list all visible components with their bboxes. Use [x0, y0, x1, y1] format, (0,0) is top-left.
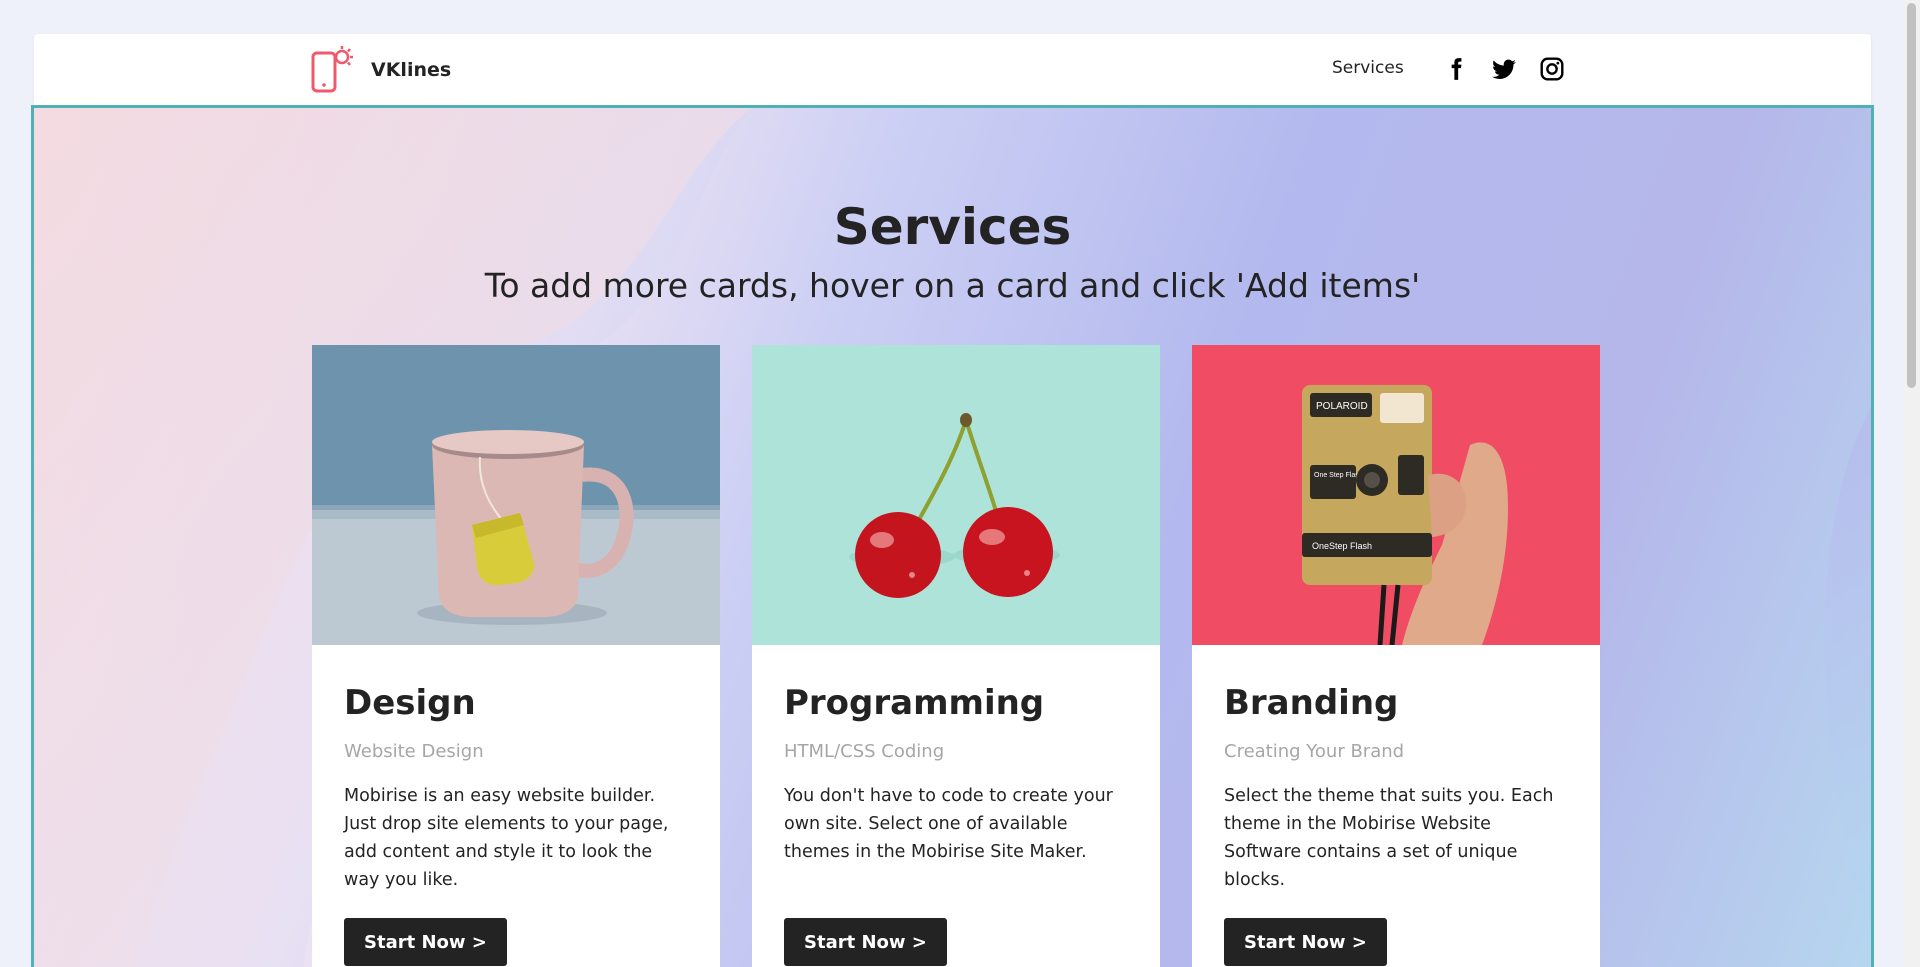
card-subtitle: Creating Your Brand	[1224, 741, 1405, 762]
vertical-scrollbar[interactable]	[1903, 0, 1920, 967]
card-text: Select the theme that suits you. Each th…	[1224, 786, 1554, 890]
camera-button-text: One Step Flash	[1314, 472, 1363, 479]
camera-strip-text: OneStep Flash	[1312, 541, 1372, 551]
card-text: Mobirise is an easy website builder. Jus…	[344, 786, 669, 890]
section-title: Services	[833, 198, 1072, 256]
camera-brand-text: POLAROID	[1316, 401, 1368, 412]
navbar: VKlines Services	[34, 34, 1871, 106]
service-card-design: Design Website Design Mobirise is an eas…	[312, 345, 720, 967]
service-card-programming: Programming HTML/CSS Coding You don't ha…	[752, 345, 1160, 967]
facebook-icon[interactable]	[1441, 54, 1471, 84]
card-title: Branding	[1224, 683, 1399, 723]
instagram-icon[interactable]	[1537, 54, 1567, 84]
twitter-icon[interactable]	[1489, 54, 1519, 84]
brand-name: VKlines	[371, 59, 452, 81]
start-now-button[interactable]: Start Now >	[784, 918, 947, 966]
card-subtitle: HTML/CSS Coding	[784, 741, 945, 762]
card-image-mug	[312, 345, 720, 645]
card-image-camera: POLAROID One Step Flash OneStep Flash	[1192, 345, 1600, 645]
card-subtitle: Website Design	[344, 741, 484, 762]
scrollbar-thumb[interactable]	[1907, 3, 1916, 388]
nav-link-services[interactable]: Services	[1332, 58, 1404, 78]
card-title: Design	[344, 683, 476, 723]
card-image-cherries	[752, 345, 1160, 645]
card-title: Programming	[784, 683, 1045, 723]
brand[interactable]: VKlines	[309, 45, 451, 95]
card-text: You don't have to code to create your ow…	[784, 786, 1113, 862]
services-section: Services To add more cards, hover on a c…	[31, 105, 1874, 967]
service-card-branding: POLAROID One Step Flash OneStep Flash Br…	[1192, 345, 1600, 967]
start-now-button[interactable]: Start Now >	[1224, 918, 1387, 966]
section-subtitle: To add more cards, hover on a card and c…	[484, 266, 1421, 305]
start-now-button[interactable]: Start Now >	[344, 918, 507, 966]
phone-logo-icon	[311, 46, 353, 93]
